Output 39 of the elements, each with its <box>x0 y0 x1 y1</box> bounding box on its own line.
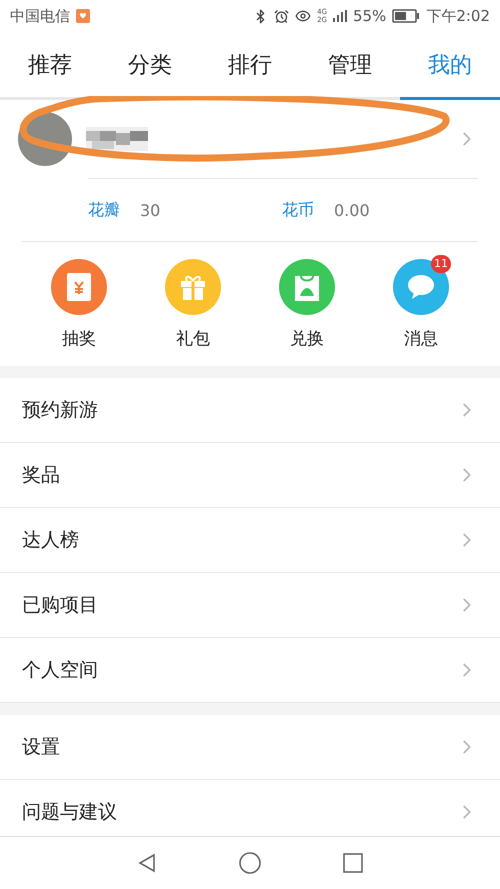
shortcut-label: 消息 <box>404 328 438 350</box>
menu-item[interactable]: 预约新游 <box>0 378 500 443</box>
stat-label: 花瓣 <box>88 200 120 220</box>
signal-icon <box>332 10 347 22</box>
tab[interactable]: 推荐 <box>0 32 100 100</box>
carrier-name: 中国电信 <box>10 6 70 26</box>
alarm-icon <box>274 8 290 24</box>
back-icon[interactable] <box>136 852 158 874</box>
tab[interactable]: 管理 <box>300 32 400 100</box>
envelope-icon <box>66 272 92 302</box>
battery-icon <box>392 9 420 23</box>
tab[interactable]: 分类 <box>100 32 200 100</box>
shortcut-label: 礼包 <box>176 328 210 350</box>
stat-label: 花币 <box>282 200 314 220</box>
menu-item[interactable]: 已购项目 <box>0 573 500 638</box>
home-icon[interactable] <box>238 851 262 875</box>
menu-item[interactable]: 奖品 <box>0 443 500 508</box>
tab[interactable]: 排行 <box>200 32 300 100</box>
menu-item[interactable]: 个人空间 <box>0 638 500 703</box>
stat-value: 30 <box>140 200 160 220</box>
menu-item[interactable]: 达人榜 <box>0 508 500 573</box>
menu-item-label: 奖品 <box>22 463 60 488</box>
menu-item[interactable]: 设置 <box>0 715 500 780</box>
eye-icon <box>295 8 312 24</box>
menu-item-label: 预约新游 <box>22 398 98 423</box>
shortcut-label: 兑换 <box>290 328 324 350</box>
menu-item-label: 已购项目 <box>22 593 98 618</box>
menu-item-label: 个人空间 <box>22 658 98 683</box>
menu-item-label: 设置 <box>22 735 60 760</box>
stat-value: 0.00 <box>334 200 370 220</box>
shortcut-label: 抽奖 <box>62 328 96 350</box>
unread-badge: 11 <box>431 254 451 272</box>
menu-item-label: 达人榜 <box>22 528 79 553</box>
chat-bubble-icon <box>406 272 436 300</box>
recents-icon[interactable] <box>342 852 364 874</box>
notification-icon <box>76 9 90 23</box>
clock-time: 下午2:02 <box>426 6 490 26</box>
menu-item-label: 问题与建议 <box>22 800 117 825</box>
battery-percent: 55% <box>352 7 386 25</box>
